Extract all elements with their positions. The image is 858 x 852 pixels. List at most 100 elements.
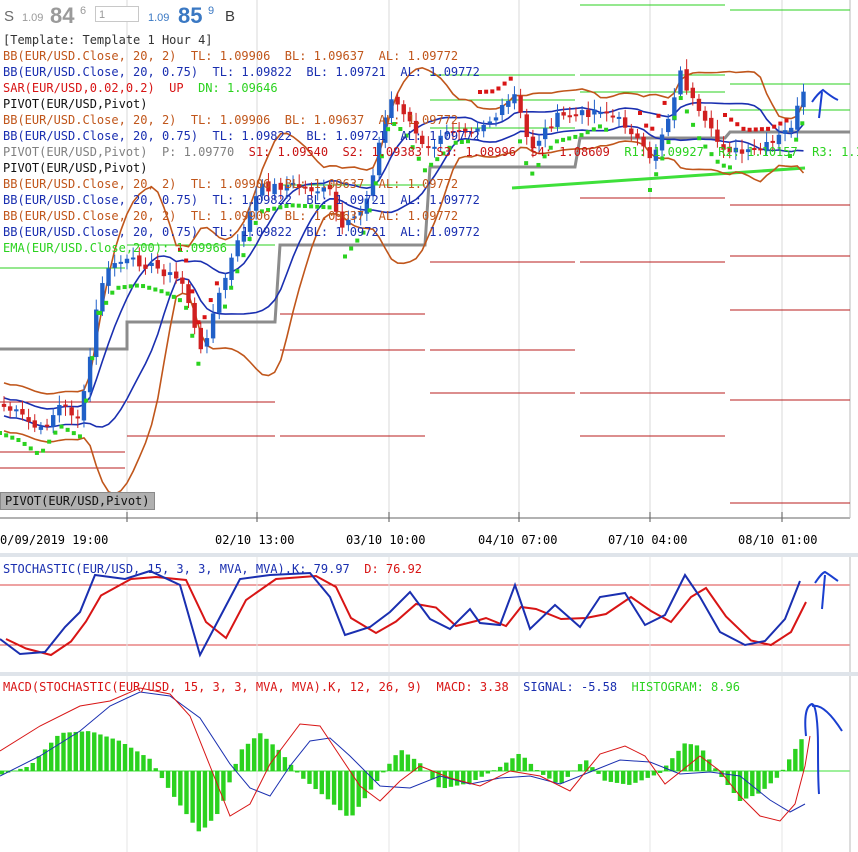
sar-dot: [34, 450, 39, 455]
sar-dot: [343, 254, 347, 259]
candle-body: [149, 262, 154, 267]
histogram-bar: [36, 756, 42, 771]
pivot-level-tag[interactable]: PIVOT(EUR/USD,Pivot): [0, 492, 155, 510]
indicator-label[interactable]: BB(EUR/USD.Close, 20, 0.75) TL: 1.09822 …: [3, 193, 480, 208]
histogram-bar: [215, 771, 220, 815]
stochastic-title: STOCHASTIC(EUR/USD, 15, 3, 3, MVA, MVA).…: [3, 562, 422, 577]
candle-body: [210, 313, 216, 339]
histogram-bar: [239, 749, 245, 771]
sar-dot: [134, 283, 139, 288]
histogram-bar: [307, 771, 312, 784]
trend-line: [511, 166, 806, 190]
sar-dot: [141, 284, 146, 289]
stoch-k-line: [0, 569, 801, 658]
histogram-bar: [467, 771, 472, 784]
histogram-bar: [559, 771, 564, 784]
candle-body: [14, 409, 19, 412]
buy-price-big[interactable]: 85: [178, 3, 202, 29]
indicator-label[interactable]: BB(EUR/USD.Close, 20, 2) TL: 1.09906 BL:…: [3, 113, 458, 128]
sar-dot: [16, 438, 21, 443]
time-axis-label: 04/10 07:00: [478, 533, 558, 547]
sar-dot: [567, 136, 572, 141]
sar-dot: [697, 136, 702, 141]
sar-dot: [214, 281, 219, 286]
indicator-label[interactable]: PIVOT(EUR/USD,Pivot): [3, 161, 148, 176]
histogram-bar: [497, 766, 503, 771]
histogram-bar: [178, 771, 183, 806]
candle-body: [161, 269, 167, 277]
sar-dot: [518, 139, 522, 144]
sar-dot: [800, 121, 805, 126]
candle-body: [579, 110, 585, 116]
candle-body: [57, 404, 62, 416]
indicator-label[interactable]: BB(EUR/USD.Close, 20, 2) TL: 1.09906 BL:…: [3, 49, 458, 64]
sar-dot: [90, 356, 95, 361]
candle-body: [598, 112, 603, 115]
sar-dot: [654, 172, 659, 177]
sar-dot: [753, 127, 758, 132]
indicator-label[interactable]: PIVOT(EUR/USD,Pivot) P: 1.09770 S1: 1.09…: [3, 145, 858, 160]
sell-label[interactable]: S: [4, 8, 14, 25]
sar-dot: [190, 289, 195, 294]
indicator-label[interactable]: BB(EUR/USD.Close, 20, 0.75) TL: 1.09822 …: [3, 65, 480, 80]
sar-dot: [648, 188, 652, 192]
histogram-bar: [750, 771, 755, 797]
indicator-label[interactable]: EMA(EUR/USD.Close,200): 1.09966: [3, 241, 227, 256]
sar-dot: [784, 118, 789, 123]
histogram-bar: [128, 747, 134, 771]
candle-body: [63, 404, 68, 407]
histogram-bar: [295, 771, 300, 773]
macd-pane[interactable]: [0, 676, 858, 852]
sar-dot: [585, 130, 590, 135]
sar-dot: [727, 165, 732, 170]
indicator-label[interactable]: PIVOT(EUR/USD,Pivot): [3, 97, 148, 112]
candle-body: [616, 116, 622, 119]
candle-body: [506, 100, 511, 107]
sar-dot: [122, 285, 127, 290]
sar-dot: [229, 285, 234, 290]
sar-dot: [591, 127, 596, 132]
sar-dot: [10, 435, 15, 440]
histogram-bar: [651, 771, 657, 776]
indicator-label[interactable]: BB(EUR/USD.Close, 20, 2) TL: 1.09906 BL:…: [3, 209, 458, 224]
candle-body: [87, 356, 93, 393]
template-label[interactable]: [Template: Template 1 Hour 4]: [3, 33, 213, 48]
histogram-bar: [688, 744, 693, 771]
indicator-label[interactable]: BB(EUR/USD.Close, 20, 2) TL: 1.09906 BL:…: [3, 177, 458, 192]
pane-title-part: MACD(STOCHASTIC(EUR/USD, 15, 3, 3, MVA, …: [3, 680, 524, 694]
indicator-label-part: R1: 1.09927 R2: 1.10157 R3: 1.10: [624, 145, 858, 159]
candle-body: [186, 284, 191, 304]
sar-dot: [429, 162, 434, 167]
sar-dot: [794, 137, 799, 142]
quote-box[interactable]: S 1.09 84 6 1 1.09 85 9 B: [0, 0, 240, 32]
sar-dot: [116, 285, 121, 290]
indicator-label-part: PIVOT(EUR/USD,Pivot) P: 1.09770: [3, 145, 249, 159]
histogram-bar: [288, 764, 294, 771]
histogram-bar: [553, 771, 558, 783]
sar-dot: [747, 127, 752, 132]
histogram-bar: [547, 771, 552, 779]
candle-body: [167, 272, 173, 275]
time-axis-label: 08/10 01:00: [738, 533, 818, 547]
indicator-label[interactable]: BB(EUR/USD.Close, 20, 0.75) TL: 1.09822 …: [3, 129, 480, 144]
indicator-label[interactable]: SAR(EUR/USD,0.02,0.2) UP DN: 1.09646: [3, 81, 278, 96]
buy-label[interactable]: B: [225, 8, 235, 25]
candle-body: [782, 130, 788, 134]
candle-body: [32, 420, 37, 428]
candle-body: [622, 117, 628, 128]
indicator-label-part: S1: 1.09540 S2: 1.09383 S3: 1.08996 S4: …: [248, 145, 625, 159]
candle-body: [223, 277, 228, 291]
histogram-bar: [614, 771, 620, 783]
histogram-bar: [319, 771, 324, 795]
histogram-bar: [85, 731, 91, 771]
indicator-label[interactable]: BB(EUR/USD.Close, 20, 0.75) TL: 1.09822 …: [3, 225, 480, 240]
candle-body: [100, 283, 105, 312]
lots-input[interactable]: 1: [95, 6, 139, 22]
histogram-bar: [98, 734, 103, 771]
histogram-bar: [49, 742, 54, 771]
histogram-bar: [301, 771, 306, 779]
sell-price-big[interactable]: 84: [50, 3, 74, 29]
histogram-bar: [774, 771, 780, 778]
candle-body: [518, 95, 523, 113]
candle-body: [549, 126, 554, 129]
